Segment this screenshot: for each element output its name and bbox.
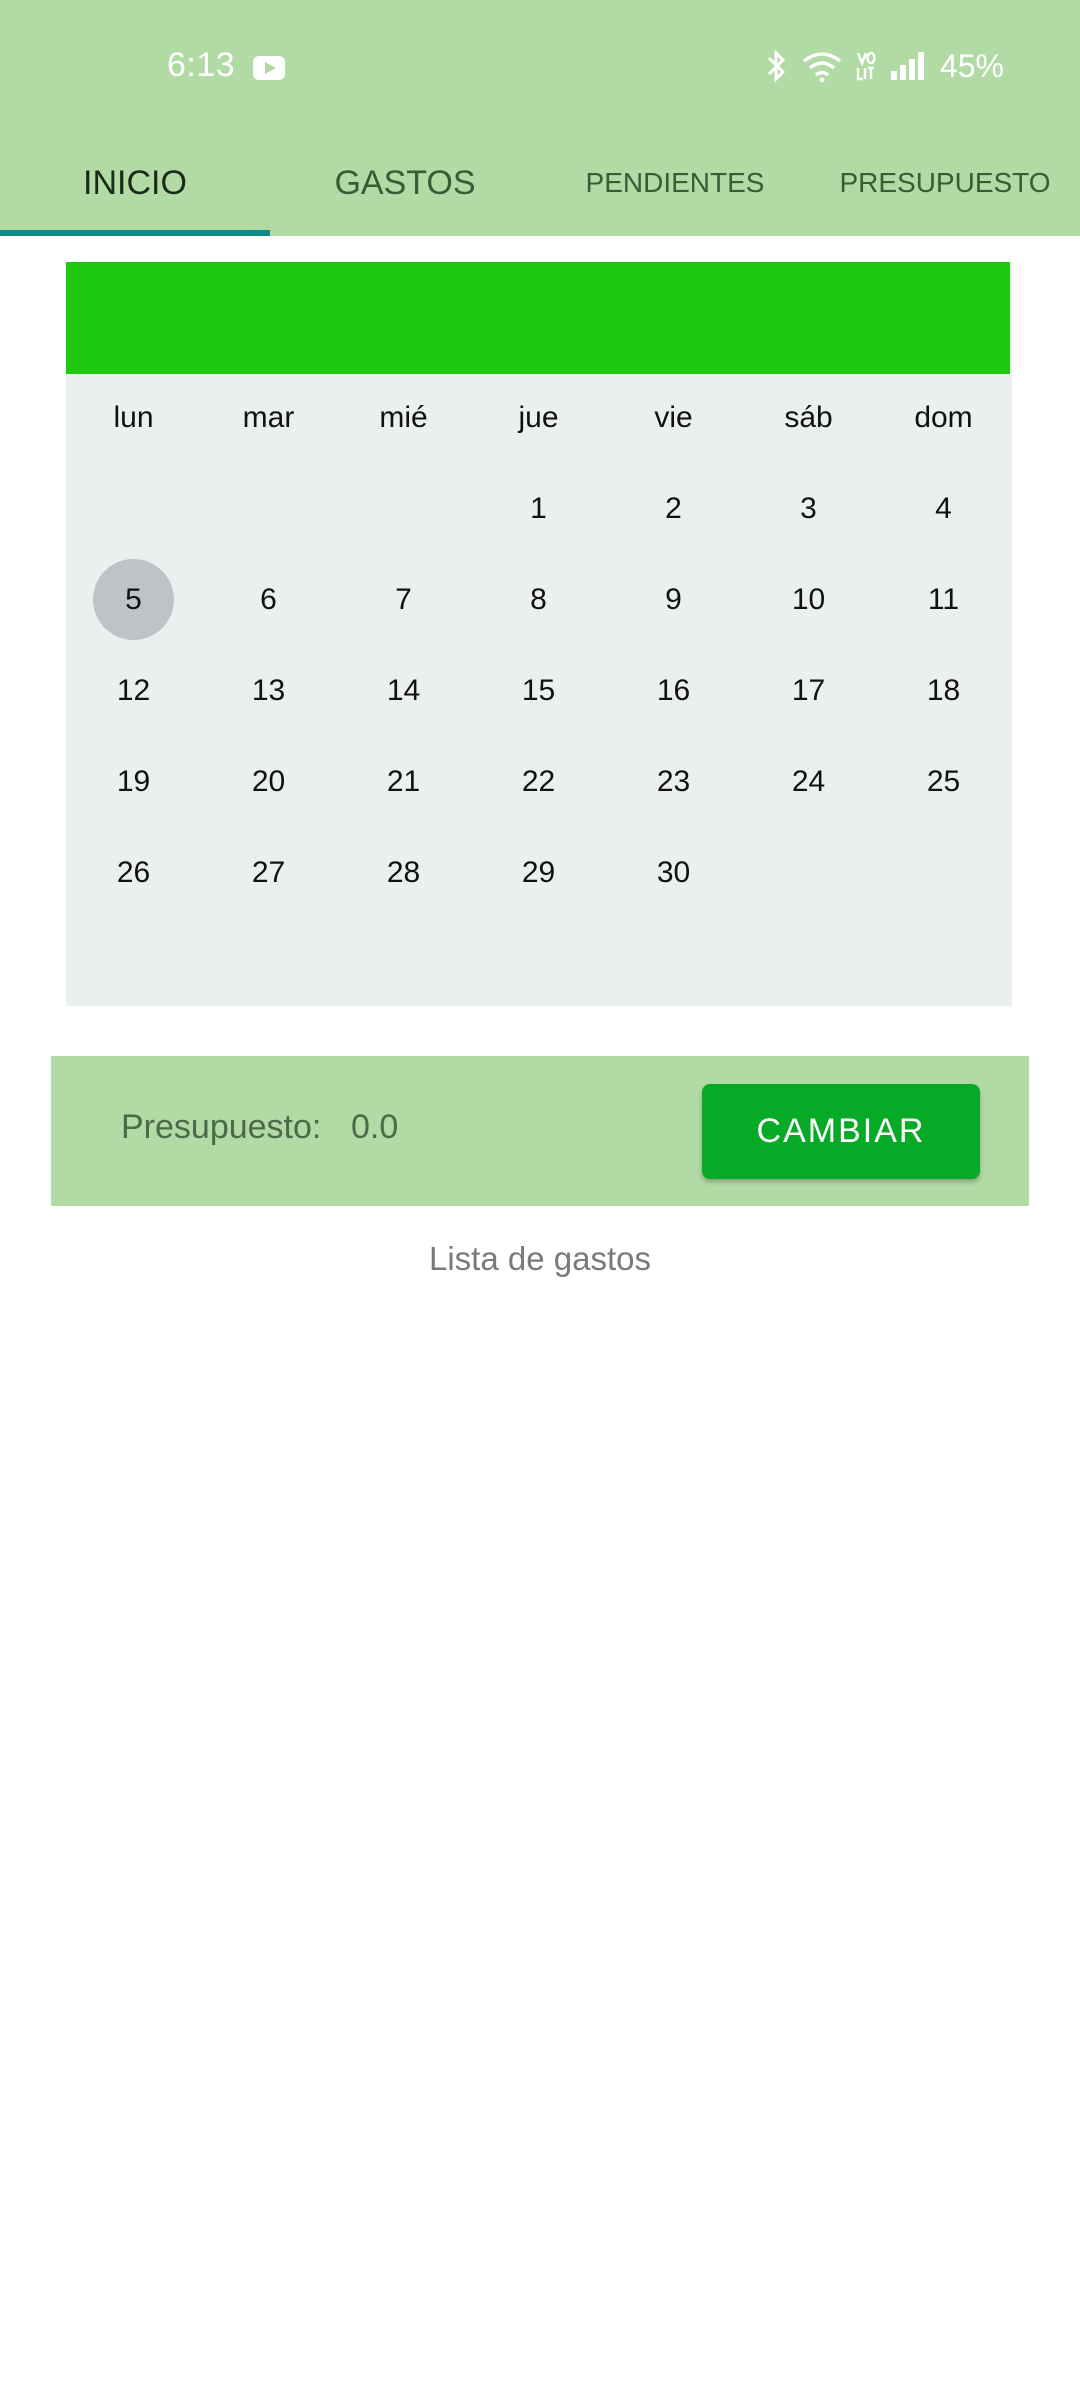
weekday-label: vie (654, 401, 693, 434)
calendar-day-empty (66, 463, 201, 554)
calendar-day[interactable]: 2 (606, 463, 741, 554)
calendar-day[interactable]: 29 (471, 827, 606, 918)
week-row: 1 2 3 4 (66, 463, 1012, 554)
calendar-day[interactable]: 9 (606, 554, 741, 645)
battery-level: 45% (939, 47, 1004, 84)
week-row: 26 27 28 29 30 (66, 827, 1012, 918)
calendar-day[interactable]: 11 (876, 554, 1011, 645)
tab-presupuesto[interactable]: PRESUPUESTO (810, 130, 1080, 236)
calendar-day[interactable]: 8 (471, 554, 606, 645)
youtube-icon (253, 56, 285, 80)
volte-icon (856, 51, 876, 81)
signal-icon (890, 52, 924, 80)
tab-inicio[interactable]: INICIO (0, 130, 270, 236)
status-bar: 6:13 45% (0, 0, 1080, 130)
tab-label: PRESUPUESTO (839, 167, 1051, 198)
status-time: 6:13 (167, 46, 236, 84)
change-budget-button[interactable]: CAMBIAR (702, 1084, 980, 1179)
calendar-day[interactable]: 17 (741, 645, 876, 736)
calendar-day[interactable]: 7 (336, 554, 471, 645)
calendar-day[interactable]: 18 (876, 645, 1011, 736)
budget-value: 0.0 (351, 1108, 399, 1146)
calendar-day[interactable]: 15 (471, 645, 606, 736)
weekday-label: mié (379, 401, 428, 434)
expenses-list-title: Lista de gastos (429, 1240, 651, 1277)
system-icons: 45% (766, 46, 1004, 86)
week-row: 5 6 7 8 9 10 11 (66, 554, 1012, 645)
calendar-day[interactable]: 23 (606, 736, 741, 827)
calendar-day[interactable]: 30 (606, 827, 741, 918)
calendar-day[interactable]: 12 (66, 645, 201, 736)
calendar-day[interactable]: 1 (471, 463, 606, 554)
tab-gastos[interactable]: GASTOS (270, 130, 540, 236)
tab-bar: INICIO GASTOS PENDIENTES PRESUPUESTO (0, 130, 1080, 236)
calendar-day[interactable]: 10 (741, 554, 876, 645)
calendar-day[interactable]: 20 (201, 736, 336, 827)
wifi-icon (802, 52, 842, 82)
weekday-label: mar (242, 401, 295, 434)
bluetooth-icon (767, 49, 786, 83)
calendar-day[interactable]: 22 (471, 736, 606, 827)
calendar-day[interactable]: 14 (336, 645, 471, 736)
weekday-label: sáb (784, 401, 833, 434)
calendar-day[interactable]: 6 (201, 554, 336, 645)
weekday-label: dom (914, 401, 973, 434)
calendar-day[interactable]: 13 (201, 645, 336, 736)
calendar-day[interactable]: 28 (336, 827, 471, 918)
calendar-day-empty (336, 463, 471, 554)
calendar-day[interactable]: 25 (876, 736, 1011, 827)
calendar-day[interactable]: 24 (741, 736, 876, 827)
calendar-day[interactable]: 21 (336, 736, 471, 827)
week-row: 19 20 21 22 23 24 25 (66, 736, 1012, 827)
weekday-label: jue (518, 401, 559, 434)
tab-label: INICIO (83, 163, 187, 202)
tab-pendientes[interactable]: PENDIENTES (540, 130, 810, 236)
week-row: 12 13 14 15 16 17 18 (66, 645, 1012, 736)
tab-indicator (0, 230, 270, 236)
calendar-day[interactable]: 3 (741, 463, 876, 554)
calendar-day-empty (201, 463, 336, 554)
tab-label: GASTOS (334, 163, 476, 202)
tab-label: PENDIENTES (585, 167, 765, 198)
calendar-day[interactable]: 26 (66, 827, 201, 918)
calendar-day-selected[interactable]: 5 (66, 554, 201, 645)
weekday-row: lun mar mié jue vie sáb dom (66, 388, 1012, 448)
calendar-day-empty (741, 827, 876, 918)
weekday-label: lun (113, 401, 154, 434)
calendar-header (66, 262, 1010, 374)
budget-panel: Presupuesto: 0.0 CAMBIAR (51, 1056, 1029, 1206)
calendar-day[interactable]: 16 (606, 645, 741, 736)
calendar-day[interactable]: 4 (876, 463, 1011, 554)
calendar-day[interactable]: 27 (201, 827, 336, 918)
calendar-view: lun mar mié jue vie sáb dom 1 2 3 4 5 6 … (66, 262, 1012, 1006)
calendar-day-empty (876, 827, 1011, 918)
budget-label: Presupuesto: (121, 1108, 322, 1146)
calendar-day[interactable]: 19 (66, 736, 201, 827)
app-header: 6:13 45% INICIO GASTOS PENDIENTES PRESUP… (0, 0, 1080, 236)
